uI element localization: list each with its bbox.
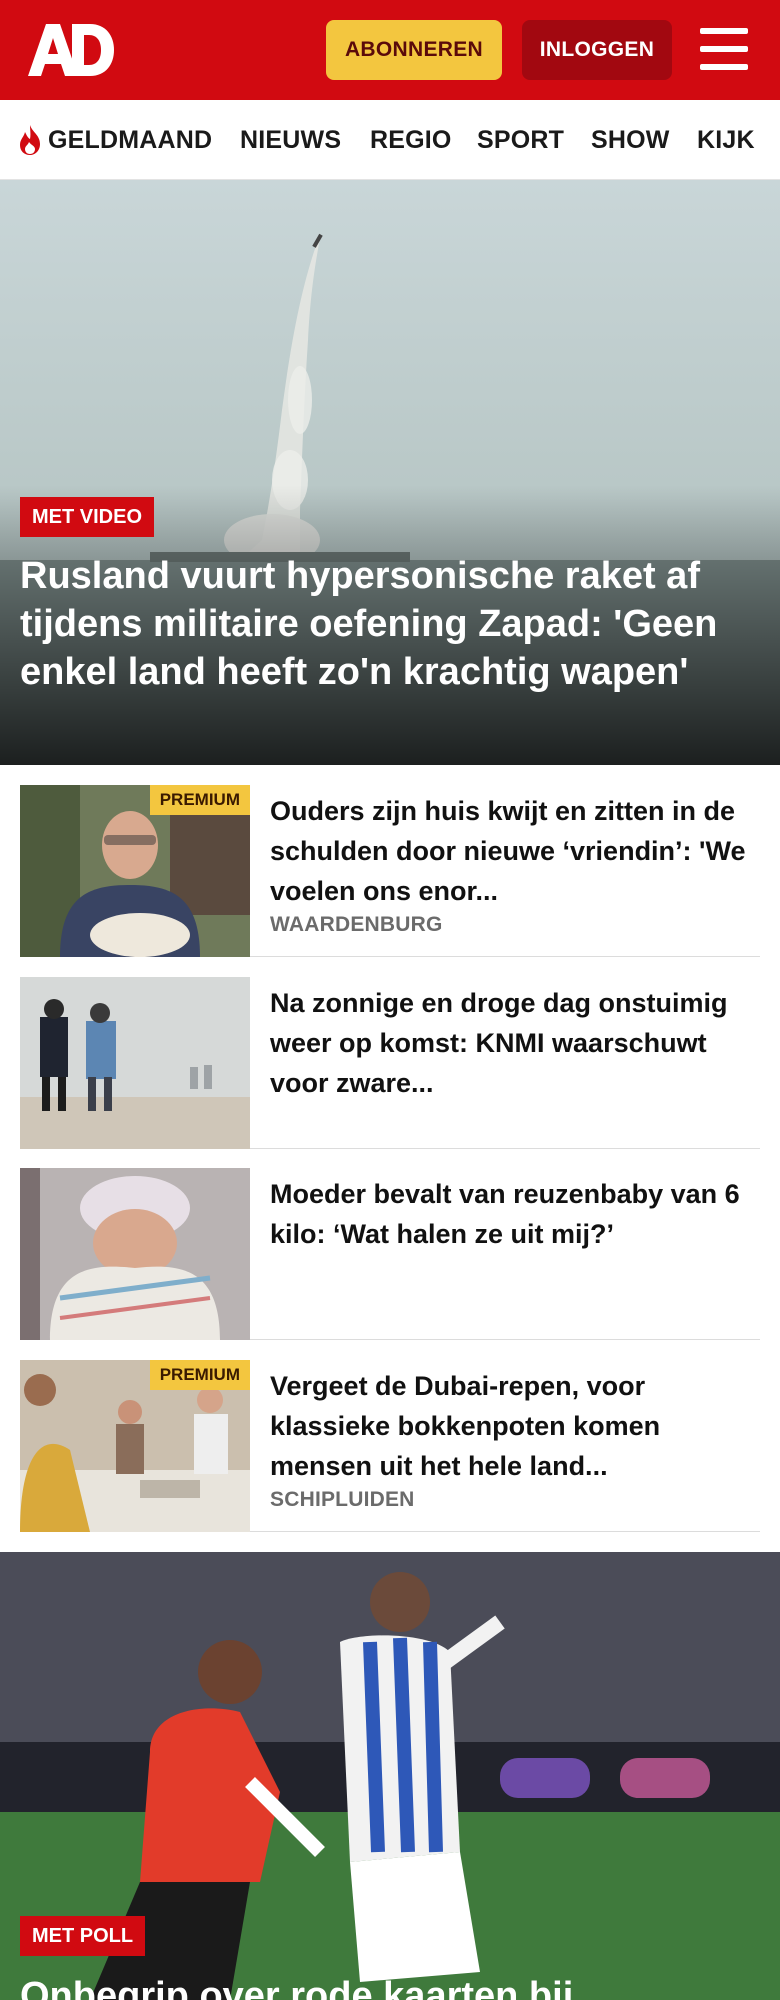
nav-item-nieuws[interactable]: NIEUWS	[240, 100, 341, 179]
top-header: ABONNEREN INLOGGEN	[0, 0, 780, 100]
article-thumbnail	[20, 1168, 250, 1340]
article-thumbnail: PREMIUM	[20, 785, 250, 957]
nav-item-kijk[interactable]: KIJK	[697, 100, 755, 179]
flame-icon	[20, 125, 40, 155]
login-button[interactable]: INLOGGEN	[522, 20, 672, 80]
nav-item-geldmaand[interactable]: GELDMAAND	[16, 100, 213, 179]
hero-title[interactable]: Rusland vuurt hypersonische raket af tij…	[20, 552, 760, 696]
article-item[interactable]: Moeder bevalt van reuzenbaby van 6 kilo:…	[20, 1168, 760, 1340]
hero-article-2[interactable]: MET POLL Onbegrip over rode kaarten bij	[0, 1552, 780, 2000]
premium-badge: PREMIUM	[149, 1360, 250, 1390]
article-title[interactable]: Vergeet de Dubai-repen, voor klassieke b…	[270, 1366, 760, 1486]
subscribe-button[interactable]: ABONNEREN	[326, 20, 502, 80]
hero2-title[interactable]: Onbegrip over rode kaarten bij	[20, 1972, 760, 2000]
nav-item-sport[interactable]: SPORT	[477, 100, 564, 179]
hero-article[interactable]: MET VIDEO Rusland vuurt hypersonische ra…	[0, 180, 780, 765]
article-item[interactable]: Na zonnige en droge dag onstuimig weer o…	[20, 977, 760, 1149]
article-item[interactable]: PREMIUM Vergeet de Dubai-repen, voor kla…	[20, 1360, 760, 1532]
main-navigation: GELDMAAND NIEUWS REGIO SPORT SHOW KIJK	[0, 100, 780, 180]
premium-badge: PREMIUM	[149, 785, 250, 815]
article-location: SCHIPLUIDEN	[270, 1488, 415, 1511]
article-item[interactable]: PREMIUM Ouders zijn huis kwijt en zitten…	[20, 785, 760, 957]
nav-item-show[interactable]: SHOW	[591, 100, 670, 179]
article-title[interactable]: Na zonnige en droge dag onstuimig weer o…	[270, 983, 760, 1103]
ad-logo[interactable]	[26, 20, 116, 78]
nav-label: GELDMAAND	[48, 125, 213, 154]
hamburger-menu-icon[interactable]	[700, 26, 752, 72]
nav-item-regio[interactable]: REGIO	[370, 100, 452, 179]
article-title[interactable]: Ouders zijn huis kwijt en zitten in de s…	[270, 791, 760, 911]
article-location: WAARDENBURG	[270, 913, 443, 936]
article-thumbnail	[20, 977, 250, 1149]
article-title[interactable]: Moeder bevalt van reuzenbaby van 6 kilo:…	[270, 1174, 760, 1254]
video-badge: MET VIDEO	[20, 497, 155, 537]
poll-badge: MET POLL	[20, 1916, 146, 1956]
article-thumbnail: PREMIUM	[20, 1360, 250, 1532]
